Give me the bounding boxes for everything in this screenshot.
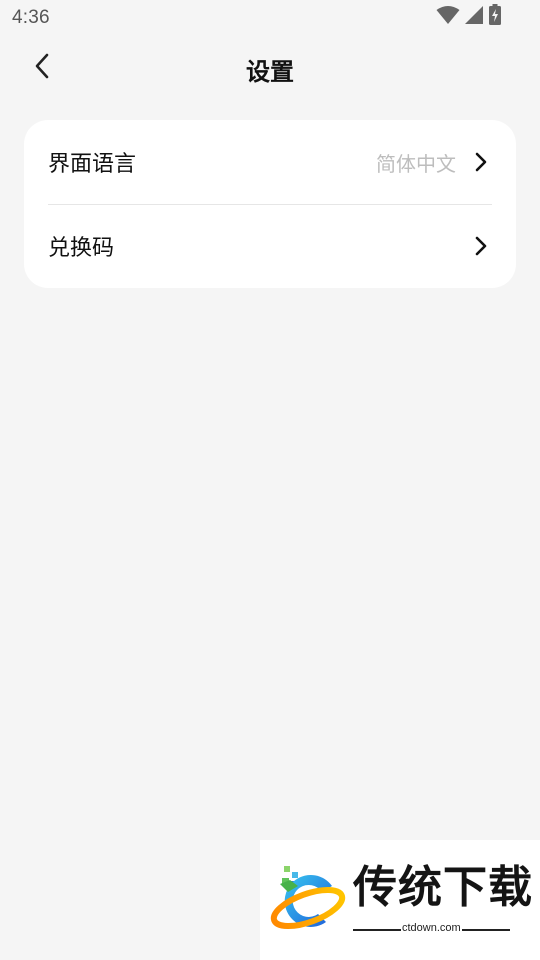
status-time: 4:36: [12, 7, 50, 28]
chevron-right-icon: [474, 151, 488, 173]
watermark-title: 传统下载: [353, 862, 533, 913]
settings-item-value: 简体中文: [376, 152, 456, 176]
watermark-url: ctdown.com: [402, 922, 461, 934]
settings-item-language[interactable]: 界面语言 简体中文: [24, 120, 516, 204]
settings-item-label: 兑换码: [48, 236, 115, 261]
status-icons: [436, 4, 502, 30]
watermark: 传统下载 ctdown.com: [260, 840, 540, 960]
settings-item-label: 界面语言: [48, 152, 137, 177]
status-bar: 4:36: [0, 0, 540, 36]
signal-icon: [464, 5, 484, 29]
settings-item-redeem-code[interactable]: 兑换码: [24, 204, 516, 288]
settings-card: 界面语言 简体中文 兑换码: [24, 120, 516, 288]
header: 设置: [0, 36, 540, 100]
page-title: 设置: [246, 58, 294, 86]
battery-charging-icon: [488, 4, 502, 30]
chevron-right-icon: [474, 235, 488, 257]
divider: [353, 929, 401, 931]
logo-icon: [268, 864, 348, 936]
divider: [462, 929, 510, 931]
wifi-icon: [436, 5, 460, 29]
